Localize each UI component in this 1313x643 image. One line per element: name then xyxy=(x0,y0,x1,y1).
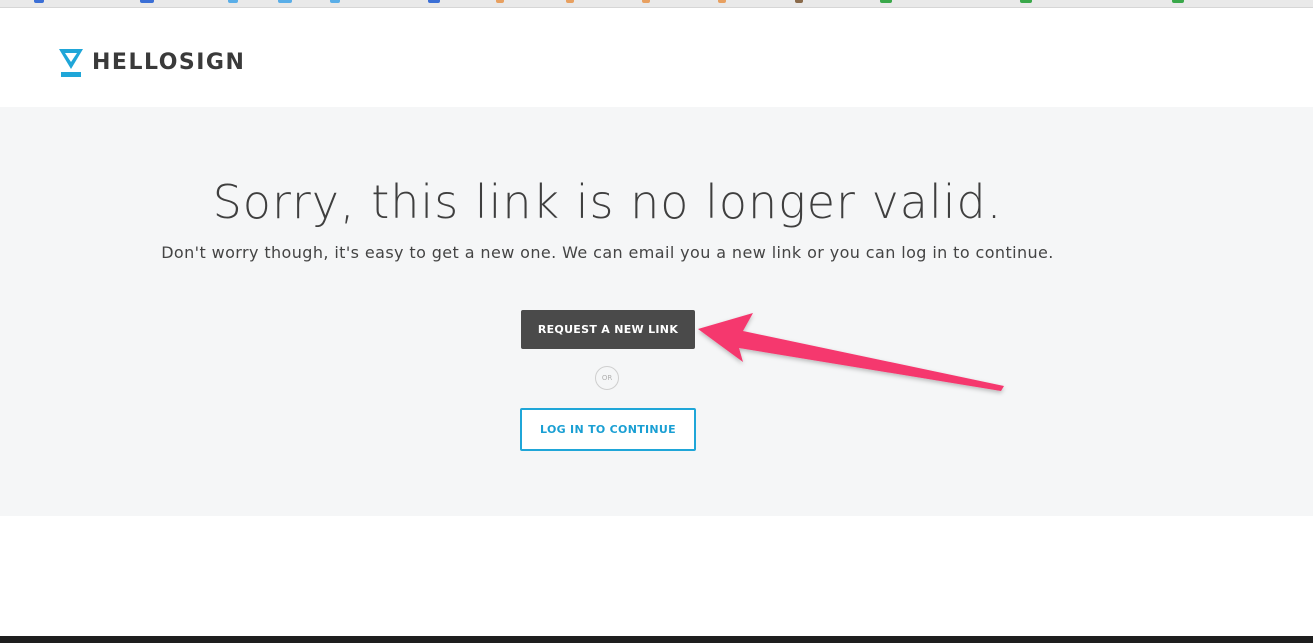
or-divider: OR xyxy=(595,366,619,390)
logo-wordmark: HELLOSIGN xyxy=(92,50,246,75)
hellosign-logo-icon xyxy=(59,49,83,77)
log-in-to-continue-button[interactable]: LOG IN TO CONTINUE xyxy=(520,408,696,451)
error-description: Don't worry though, it's easy to get a n… xyxy=(161,243,1054,262)
site-header: HELLOSIGN xyxy=(0,8,1313,107)
request-new-link-button[interactable]: REQUEST A NEW LINK xyxy=(521,310,695,349)
page-title: Sorry, this link is no longer valid. xyxy=(212,175,1003,229)
hellosign-logo[interactable]: HELLOSIGN xyxy=(58,48,245,78)
error-panel: Sorry, this link is no longer valid. Don… xyxy=(0,107,1313,516)
browser-bookmarks-strip xyxy=(0,0,1313,8)
footer-bar xyxy=(0,636,1313,643)
